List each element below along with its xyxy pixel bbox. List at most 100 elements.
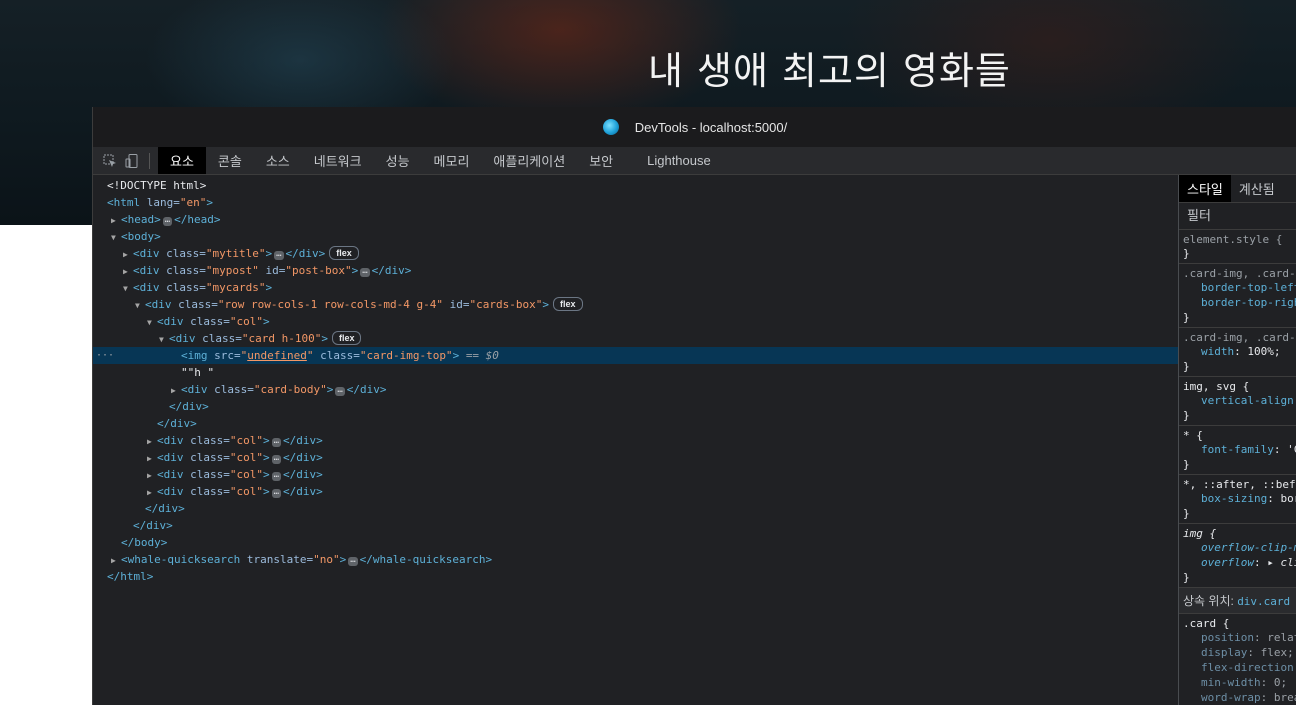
- inherited-link[interactable]: div.card: [1237, 595, 1290, 608]
- style-property[interactable]: display: flex;: [1183, 645, 1296, 660]
- style-rule[interactable]: img, svg { vertical-align: }: [1179, 377, 1296, 426]
- more-options-icon[interactable]: ···: [96, 347, 114, 364]
- dom-node-col[interactable]: ▶ <div class="col">… </div>: [93, 449, 1232, 466]
- collapsed-ellipsis[interactable]: …: [271, 454, 282, 464]
- flex-badge[interactable]: flex: [331, 331, 362, 345]
- style-property[interactable]: flex-direction:: [1183, 660, 1296, 675]
- collapse-triangle-icon[interactable]: ▼: [135, 297, 145, 314]
- dom-node-mycards-close[interactable]: </div>: [93, 517, 1218, 534]
- tab-application[interactable]: 애플리케이션: [481, 147, 577, 174]
- dom-node-card-close[interactable]: </div>: [93, 398, 1254, 415]
- collapsed-ellipsis[interactable]: …: [348, 556, 358, 566]
- collapse-triangle-icon[interactable]: ▼: [147, 314, 157, 331]
- style-rule[interactable]: element.style { }: [1179, 230, 1296, 264]
- dom-node-mypost[interactable]: ▶ <div class="mypost" id="post-box">… </di…: [93, 262, 1208, 279]
- tag-text: </div>: [133, 519, 173, 532]
- dom-node-col[interactable]: ▶ <div class="col">… </div>: [93, 466, 1232, 483]
- style-property[interactable]: font-family: 'C: [1183, 442, 1296, 457]
- tab-security[interactable]: 보안: [577, 147, 625, 174]
- flex-badge[interactable]: flex: [329, 246, 359, 260]
- dom-node-col-close[interactable]: </div>: [93, 415, 1242, 432]
- styles-pane: 스타일 계산됨 필터 element.style { } .card-img, …: [1178, 175, 1296, 705]
- expand-triangle-icon[interactable]: ▶: [147, 484, 157, 501]
- attr-value: "mytitle": [205, 247, 266, 260]
- device-toolbar-icon[interactable]: [125, 153, 139, 168]
- styles-filter-input[interactable]: 필터: [1179, 203, 1296, 230]
- style-property[interactable]: min-width: 0;: [1183, 675, 1296, 690]
- dom-node-head[interactable]: ▶ <head>… </head>: [93, 211, 1196, 228]
- dom-node-col[interactable]: ▼ <div class="col">: [93, 313, 1232, 330]
- dom-node-row-close[interactable]: </div>: [93, 500, 1230, 517]
- dom-node-text[interactable]: ""h ": [93, 364, 1266, 381]
- collapsed-ellipsis[interactable]: …: [271, 488, 282, 498]
- property-name: vertical-align: [1201, 394, 1294, 407]
- dom-node-html[interactable]: <html lang="en">: [93, 194, 1192, 211]
- dom-node-whale-quicksearch[interactable]: ▶ <whale-quicksearch translate="no">… </wh…: [93, 551, 1196, 568]
- dom-node-body-close[interactable]: </body>: [93, 534, 1206, 551]
- dom-node-cards-box[interactable]: ▼ <div class="row row-cols-1 row-cols-md-…: [93, 296, 1220, 313]
- style-rule[interactable]: .card-img, .card-i border-top-left borde…: [1179, 264, 1296, 328]
- dom-node-mytitle[interactable]: ▶ <div class="mytitle">… </div> flex: [93, 245, 1208, 262]
- dom-node-col[interactable]: ▶ <div class="col">… </div>: [93, 483, 1232, 500]
- dom-node-card-body[interactable]: ▶ <div class="card-body">… </div>: [93, 381, 1256, 398]
- toolbar-separator: [149, 152, 150, 169]
- dom-node-col[interactable]: ▶ <div class="col">… </div>: [93, 432, 1232, 449]
- dom-node-html-close[interactable]: </html>: [93, 568, 1192, 585]
- tab-computed[interactable]: 계산됨: [1231, 175, 1283, 202]
- dom-node-mycards[interactable]: ▼ <div class="mycards">: [93, 279, 1208, 296]
- collapsed-ellipsis[interactable]: …: [271, 437, 282, 447]
- collapsed-ellipsis[interactable]: …: [360, 267, 370, 277]
- collapsed-ellipsis[interactable]: …: [335, 386, 345, 396]
- dom-node-card[interactable]: ▼ <div class="card h-100"> flex: [93, 330, 1244, 347]
- expand-triangle-icon[interactable]: ▶: [111, 212, 121, 229]
- expand-triangle-icon[interactable]: ▶: [111, 552, 121, 569]
- rule-selector: img {: [1183, 527, 1217, 540]
- collapsed-ellipsis[interactable]: …: [274, 250, 284, 260]
- style-property[interactable]: word-wrap: brea: [1183, 690, 1296, 705]
- style-property[interactable]: position: relat: [1183, 630, 1296, 645]
- tag-text: >: [351, 264, 359, 277]
- tag-text: </div>: [283, 434, 323, 447]
- expand-triangle-icon[interactable]: ▶: [123, 246, 133, 263]
- tab-elements[interactable]: 요소: [158, 147, 206, 174]
- tab-sources[interactable]: 소스: [254, 147, 302, 174]
- tab-styles[interactable]: 스타일: [1179, 175, 1231, 202]
- style-rule[interactable]: .card-img, .card- width: 100%; }: [1179, 328, 1296, 377]
- style-rule[interactable]: .card { position: relat display: flex; f…: [1179, 614, 1296, 705]
- expand-triangle-icon[interactable]: ▶: [147, 467, 157, 484]
- style-rule[interactable]: *, ::after, ::befo box-sizing: bor }: [1179, 475, 1296, 524]
- expand-triangle-icon[interactable]: ▶: [123, 263, 133, 280]
- rule-selector: .card-img, .card-: [1183, 331, 1296, 344]
- property-value: bor: [1280, 492, 1296, 505]
- style-property[interactable]: border-top-righ: [1183, 295, 1296, 310]
- style-property[interactable]: vertical-align:: [1183, 393, 1296, 408]
- style-rule[interactable]: img { overflow-clip-m overflow: ▸ clip }: [1179, 524, 1296, 588]
- flex-badge[interactable]: flex: [553, 297, 583, 311]
- tag-text: <img: [181, 349, 208, 362]
- tab-memory[interactable]: 메모리: [422, 147, 482, 174]
- collapse-triangle-icon[interactable]: ▼: [123, 280, 133, 297]
- expand-triangle-icon[interactable]: ▶: [171, 382, 181, 399]
- tab-performance[interactable]: 성능: [374, 147, 422, 174]
- tab-network[interactable]: 네트워크: [302, 147, 374, 174]
- style-rule[interactable]: * { font-family: 'C }: [1179, 426, 1296, 475]
- tab-lighthouse[interactable]: Lighthouse: [635, 147, 723, 174]
- collapse-triangle-icon[interactable]: ▼: [111, 229, 121, 246]
- dom-node-doctype[interactable]: <!DOCTYPE html>: [93, 177, 1192, 194]
- style-property[interactable]: width: 100%;: [1183, 344, 1296, 359]
- collapse-triangle-icon[interactable]: ▼: [159, 331, 169, 348]
- inspect-element-icon[interactable]: [103, 154, 117, 168]
- collapsed-ellipsis[interactable]: …: [162, 216, 173, 226]
- dom-node-img-selected[interactable]: ··· <img src="undefined" class="card-img-…: [93, 347, 1266, 364]
- tab-console[interactable]: 콘솔: [206, 147, 254, 174]
- expand-triangle-icon[interactable]: ▶: [147, 433, 157, 450]
- style-property[interactable]: border-top-left: [1183, 280, 1296, 295]
- img-src-link[interactable]: undefined: [247, 349, 307, 362]
- dom-node-body[interactable]: ▼ <body>: [93, 228, 1196, 245]
- style-property[interactable]: overflow: ▸ clip: [1183, 555, 1296, 570]
- style-property[interactable]: overflow-clip-m: [1183, 540, 1296, 555]
- expand-triangle-icon[interactable]: ▶: [147, 450, 157, 467]
- style-property[interactable]: box-sizing: bor: [1183, 491, 1296, 506]
- collapsed-ellipsis[interactable]: …: [271, 471, 282, 481]
- property-name: flex-direction: [1201, 661, 1294, 674]
